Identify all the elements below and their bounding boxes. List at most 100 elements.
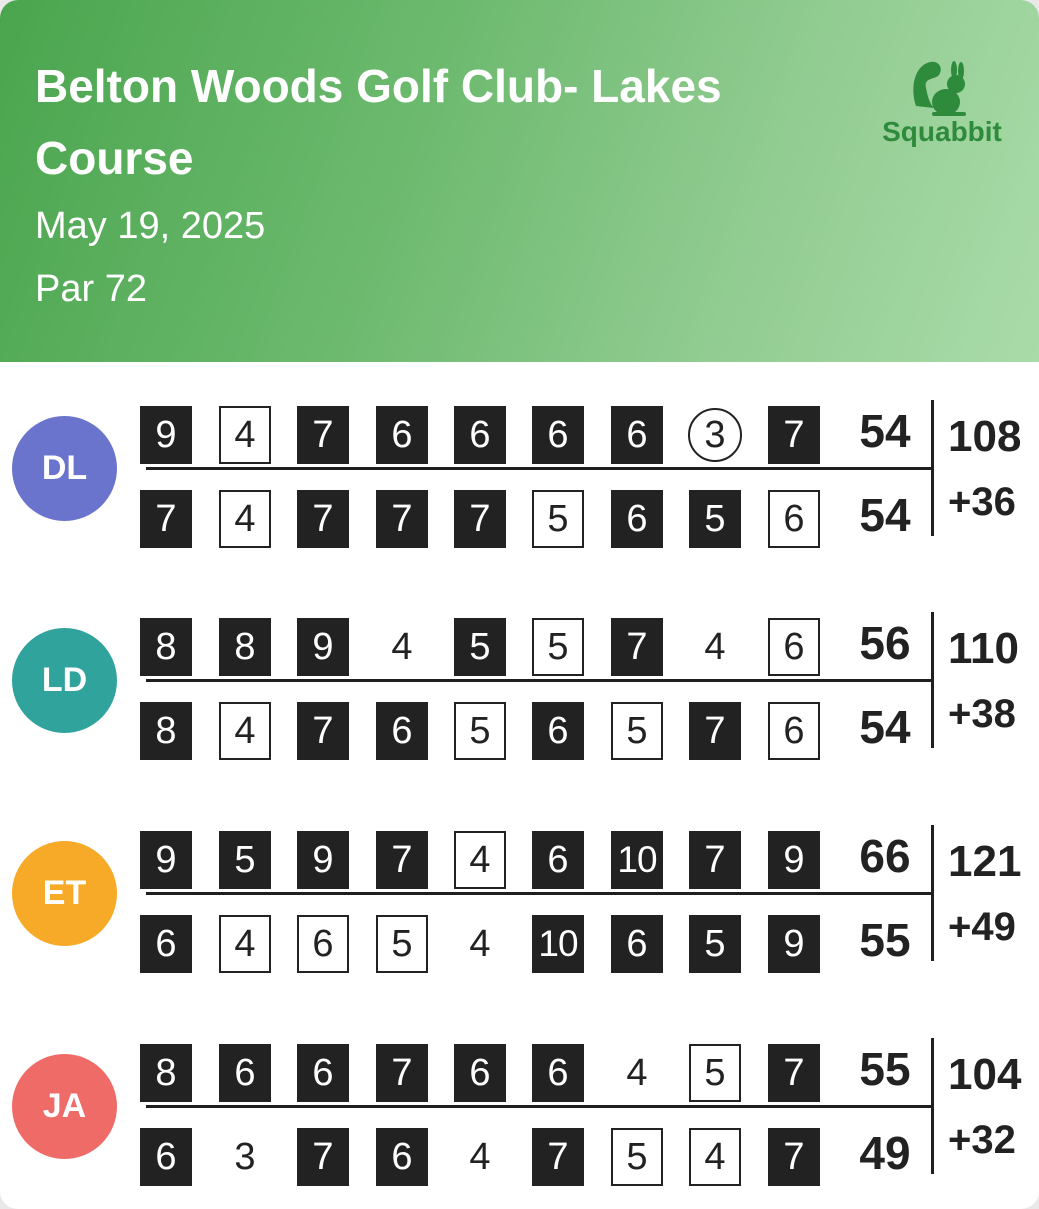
hole-score: 7 <box>376 490 428 548</box>
front-nine-total: 66 <box>859 830 911 882</box>
hole-score: 7 <box>376 1044 428 1102</box>
player-avatar[interactable]: JA <box>12 1054 117 1159</box>
nine-divider <box>146 467 933 470</box>
hole-score: 10 <box>611 831 663 889</box>
squirrel-rabbit-icon <box>913 61 966 116</box>
hole-score: 10 <box>532 915 584 973</box>
hole-score: 4 <box>454 831 506 889</box>
hole-score: 6 <box>611 915 663 973</box>
hole-score: 4 <box>219 915 271 973</box>
scorecard-card: Belton Woods Golf Club- Lakes Course May… <box>0 0 1039 1209</box>
hole-score: 5 <box>532 490 584 548</box>
player-row: DL 9 4 7 6 6 6 6 3 7 7 4 7 7 7 5 6 5 6 54 54 108 +36 <box>0 400 1039 550</box>
hole-score: 7 <box>297 406 349 464</box>
hole-score: 6 <box>140 915 192 973</box>
hole-score: 4 <box>219 406 271 464</box>
front-nine-total: 54 <box>859 405 911 457</box>
hole-score: 6 <box>376 406 428 464</box>
hole-score: 6 <box>140 1128 192 1186</box>
hole-score: 8 <box>219 618 271 676</box>
hole-score: 7 <box>297 1128 349 1186</box>
nine-divider <box>146 892 933 895</box>
hole-score: 4 <box>689 1128 741 1186</box>
hole-score: 6 <box>532 702 584 760</box>
hole-score: 3 <box>234 1135 256 1178</box>
hole-score: 4 <box>219 490 271 548</box>
hole-score: 6 <box>532 1044 584 1102</box>
front-nine-total: 55 <box>859 1043 911 1095</box>
round-date: May 19, 2025 <box>35 205 266 247</box>
player-row: JA 8 6 6 7 6 6 4 5 7 6 3 7 6 4 7 5 4 7 55 49 104 +32 <box>0 1038 1039 1188</box>
hole-score: 6 <box>611 406 663 464</box>
player-avatar[interactable]: ET <box>12 841 117 946</box>
back-nine-total: 54 <box>859 489 911 541</box>
hole-score: 3 <box>688 408 742 462</box>
hole-score: 5 <box>611 1128 663 1186</box>
hole-score: 7 <box>140 490 192 548</box>
total-divider <box>931 612 934 748</box>
player-avatar[interactable]: DL <box>12 416 117 521</box>
back-nine-total: 54 <box>859 701 911 753</box>
hole-score: 6 <box>297 1044 349 1102</box>
score-to-par: +49 <box>948 905 1016 949</box>
hole-score: 8 <box>140 1044 192 1102</box>
hole-score: 7 <box>689 702 741 760</box>
hole-score: 4 <box>391 625 413 668</box>
hole-score: 4 <box>626 1051 648 1094</box>
hole-score: 6 <box>768 618 820 676</box>
back-nine-total: 49 <box>859 1127 911 1179</box>
hole-score: 8 <box>140 702 192 760</box>
score-to-par: +32 <box>948 1118 1016 1162</box>
hole-score: 7 <box>689 831 741 889</box>
hole-score: 7 <box>454 490 506 548</box>
course-title: Belton Woods Golf Club- Lakes Course <box>35 60 722 184</box>
hole-score: 5 <box>689 915 741 973</box>
brand-name: Squabbit <box>882 116 1002 147</box>
hole-score: 4 <box>704 625 726 668</box>
hole-score: 5 <box>376 915 428 973</box>
hole-score: 7 <box>768 1044 820 1102</box>
hole-score: 6 <box>611 490 663 548</box>
hole-score: 5 <box>689 1044 741 1102</box>
hole-score: 9 <box>140 406 192 464</box>
hole-score: 6 <box>768 702 820 760</box>
hole-score: 7 <box>297 490 349 548</box>
hole-score: 5 <box>219 831 271 889</box>
total-divider <box>931 400 934 536</box>
hole-score: 4 <box>219 702 271 760</box>
hole-score: 6 <box>219 1044 271 1102</box>
squabbit-logo: Squabbit <box>872 58 1012 153</box>
hole-score: 9 <box>297 831 349 889</box>
round-total: 108 <box>948 412 1022 461</box>
hole-score: 7 <box>768 406 820 464</box>
hole-score: 6 <box>768 490 820 548</box>
hole-score: 5 <box>611 702 663 760</box>
player-row: ET 9 5 9 7 4 6 10 7 9 6 4 6 5 4 10 6 5 9 66 55 121 +49 <box>0 825 1039 975</box>
hole-score: 5 <box>532 618 584 676</box>
hole-score: 9 <box>297 618 349 676</box>
round-total: 121 <box>948 837 1022 886</box>
hole-score: 5 <box>454 702 506 760</box>
hole-score: 6 <box>532 406 584 464</box>
total-divider <box>931 1038 934 1174</box>
hole-score: 5 <box>689 490 741 548</box>
score-to-par: +38 <box>948 692 1016 736</box>
hole-score: 6 <box>376 702 428 760</box>
round-total: 104 <box>948 1050 1022 1099</box>
hole-score: 6 <box>376 1128 428 1186</box>
hole-score: 6 <box>532 831 584 889</box>
hole-score: 6 <box>454 406 506 464</box>
scorecard-header: Belton Woods Golf Club- Lakes Course May… <box>0 0 1039 362</box>
hole-score: 6 <box>454 1044 506 1102</box>
hole-score: 7 <box>297 702 349 760</box>
hole-score: 5 <box>454 618 506 676</box>
nine-divider <box>146 679 933 682</box>
hole-score: 4 <box>469 922 491 965</box>
hole-score: 8 <box>140 618 192 676</box>
player-avatar[interactable]: LD <box>12 628 117 733</box>
front-nine-total: 56 <box>859 617 911 669</box>
hole-score: 9 <box>768 915 820 973</box>
hole-score: 9 <box>140 831 192 889</box>
score-to-par: +36 <box>948 480 1016 524</box>
hole-score: 7 <box>768 1128 820 1186</box>
